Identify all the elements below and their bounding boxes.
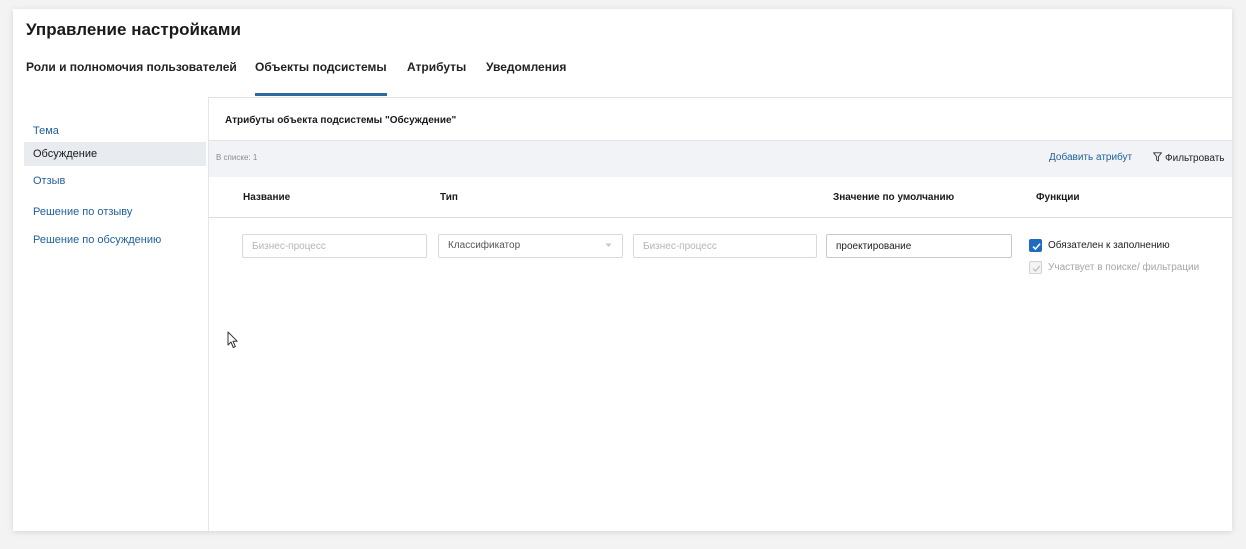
- list-count: В списке: 1: [216, 153, 258, 162]
- page-title: Управление настройками: [26, 20, 241, 39]
- funnel-icon: [1153, 152, 1162, 162]
- required-label: Обязателен к заполнению: [1048, 240, 1170, 251]
- filter-button[interactable]: Фильтровать: [1153, 152, 1225, 164]
- column-header-functions: Функции: [1036, 192, 1080, 203]
- checkmark-icon: [1032, 265, 1041, 273]
- search-checkbox[interactable]: [1029, 261, 1042, 274]
- checkmark-icon: [1032, 243, 1041, 251]
- sidebar-item-discussion[interactable]: Обсуждение: [24, 142, 206, 166]
- tabs-divider: [208, 97, 1232, 98]
- tab-roles[interactable]: Роли и полномочия пользователей: [26, 60, 237, 74]
- classifier-value-input[interactable]: [633, 234, 817, 258]
- header-divider: [209, 217, 1232, 218]
- attribute-type-select[interactable]: Классификатор: [438, 234, 623, 258]
- required-checkbox[interactable]: [1029, 239, 1042, 252]
- sidebar-item-discussion-decision[interactable]: Решение по обсуждению: [24, 232, 206, 248]
- settings-panel: Управление настройками Роли и полномочия…: [13, 9, 1232, 531]
- section-title: Атрибуты объекта подсистемы "Обсуждение": [225, 115, 457, 126]
- list-toolbar: В списке: 1 Добавить атрибут Фильтровать: [209, 140, 1232, 177]
- add-attribute-link[interactable]: Добавить атрибут: [1049, 152, 1132, 163]
- column-header-type: Тип: [440, 192, 458, 203]
- tab-notifications[interactable]: Уведомления: [486, 60, 566, 74]
- attribute-type-value: Классификатор: [448, 240, 521, 251]
- attribute-name-input[interactable]: [242, 234, 427, 258]
- search-label: Участвует в поиске/ фильтрации: [1048, 262, 1200, 273]
- column-header-default: Значение по умолчанию: [833, 192, 955, 203]
- sidebar-item-review-decision[interactable]: Решение по отзыву: [24, 204, 206, 220]
- chevron-down-icon: [605, 243, 612, 247]
- sidebar-item-topic[interactable]: Тема: [24, 119, 206, 143]
- tab-attributes[interactable]: Атрибуты: [407, 60, 466, 74]
- sidebar-item-review[interactable]: Отзыв: [24, 173, 206, 189]
- default-value-input[interactable]: [826, 234, 1012, 258]
- filter-label: Фильтровать: [1165, 153, 1225, 164]
- tab-subsystem-objects[interactable]: Объекты подсистемы: [255, 60, 387, 96]
- column-header-name: Название: [243, 192, 291, 203]
- search-checkbox-row[interactable]: Участвует в поиске/ фильтрации: [1029, 260, 1224, 276]
- mouse-cursor-icon: [227, 331, 238, 348]
- required-checkbox-row[interactable]: Обязателен к заполнению: [1029, 238, 1209, 254]
